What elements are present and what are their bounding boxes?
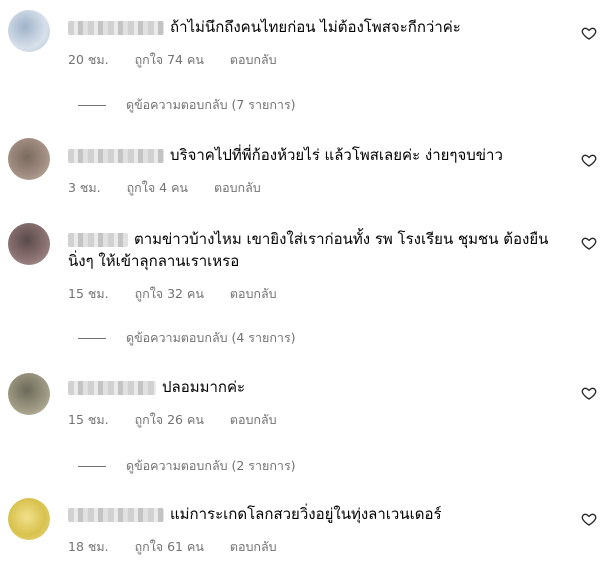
like-count[interactable]: ถูกใจ 26 คน [135,412,204,427]
comment-text: แม่การะเกดโลกสวยวิ่งอยู่ในทุ่งลาเวนเดอร์ [68,503,558,525]
comment-meta: 3 ชม. ถูกใจ 4 คน ตอบกลับ [68,178,283,198]
replies-divider [78,466,106,467]
comment-text: ปลอมมากค่ะ [68,376,558,398]
view-replies-label: ดูข้อความตอบกลับ (2 รายการ) [126,458,296,473]
comment-time: 20 ชม. [68,52,109,67]
view-replies-label: ดูข้อความตอบกลับ (4 รายการ) [126,330,296,345]
avatar[interactable] [8,498,50,540]
heart-icon[interactable] [581,25,597,41]
comment-text: ถ้าไม่นึกถึงคนไทยก่อน ไม่ต้องโพสจะกีกว่า… [68,16,558,38]
reply-button[interactable]: ตอบกลับ [230,52,277,67]
username-blurred[interactable] [68,507,164,522]
comment-body: ตามข่าวบ้างไหม เขายิงใส่เราก่อนทั้ง รพ โ… [68,230,549,270]
reply-button[interactable]: ตอบกลับ [230,539,277,554]
comment-body: บริจาคไปที่พี่ก้องห้วยไร่ แล้วโพสเลยค่ะ … [170,146,503,164]
comment-time: 18 ชม. [68,539,109,554]
avatar[interactable] [8,373,50,415]
view-replies-button[interactable]: ดูข้อความตอบกลับ (2 รายการ) [78,456,296,476]
view-replies-label: ดูข้อความตอบกลับ (7 รายการ) [126,97,296,112]
username-blurred[interactable] [68,380,156,395]
comment-meta: 20 ชม. ถูกใจ 74 คน ตอบกลับ [68,50,299,70]
comment-body: ถ้าไม่นึกถึงคนไทยก่อน ไม่ต้องโพสจะกีกว่า… [170,18,461,36]
view-replies-button[interactable]: ดูข้อความตอบกลับ (7 รายการ) [78,95,296,115]
reply-button[interactable]: ตอบกลับ [214,180,261,195]
comment-time: 3 ชม. [68,180,101,195]
comment-meta: 18 ชม. ถูกใจ 61 คน ตอบกลับ [68,537,299,557]
like-count[interactable]: ถูกใจ 61 คน [135,539,204,554]
avatar[interactable] [8,10,50,52]
view-replies-button[interactable]: ดูข้อความตอบกลับ (4 รายการ) [78,328,296,348]
comment-meta: 15 ชม. ถูกใจ 26 คน ตอบกลับ [68,410,299,430]
comment-text: บริจาคไปที่พี่ก้องห้วยไร่ แล้วโพสเลยค่ะ … [68,144,558,166]
like-count[interactable]: ถูกใจ 4 คน [127,180,188,195]
reply-button[interactable]: ตอบกลับ [230,412,277,427]
heart-icon[interactable] [581,152,597,168]
heart-icon[interactable] [581,235,597,251]
username-blurred[interactable] [68,148,164,163]
replies-divider [78,338,106,339]
heart-icon[interactable] [581,511,597,527]
like-count[interactable]: ถูกใจ 74 คน [135,52,204,67]
comment-text: ตามข่าวบ้างไหม เขายิงใส่เราก่อนทั้ง รพ โ… [68,228,558,272]
comment-meta: 15 ชม. ถูกใจ 32 คน ตอบกลับ [68,284,299,304]
replies-divider [78,105,106,106]
comment-time: 15 ชม. [68,286,109,301]
heart-icon[interactable] [581,385,597,401]
avatar[interactable] [8,138,50,180]
comment-body: แม่การะเกดโลกสวยวิ่งอยู่ในทุ่งลาเวนเดอร์ [170,505,442,523]
avatar[interactable] [8,223,50,265]
comment-body: ปลอมมากค่ะ [162,378,246,396]
like-count[interactable]: ถูกใจ 32 คน [135,286,204,301]
comment-time: 15 ชม. [68,412,109,427]
username-blurred[interactable] [68,232,128,247]
reply-button[interactable]: ตอบกลับ [230,286,277,301]
username-blurred[interactable] [68,20,164,35]
